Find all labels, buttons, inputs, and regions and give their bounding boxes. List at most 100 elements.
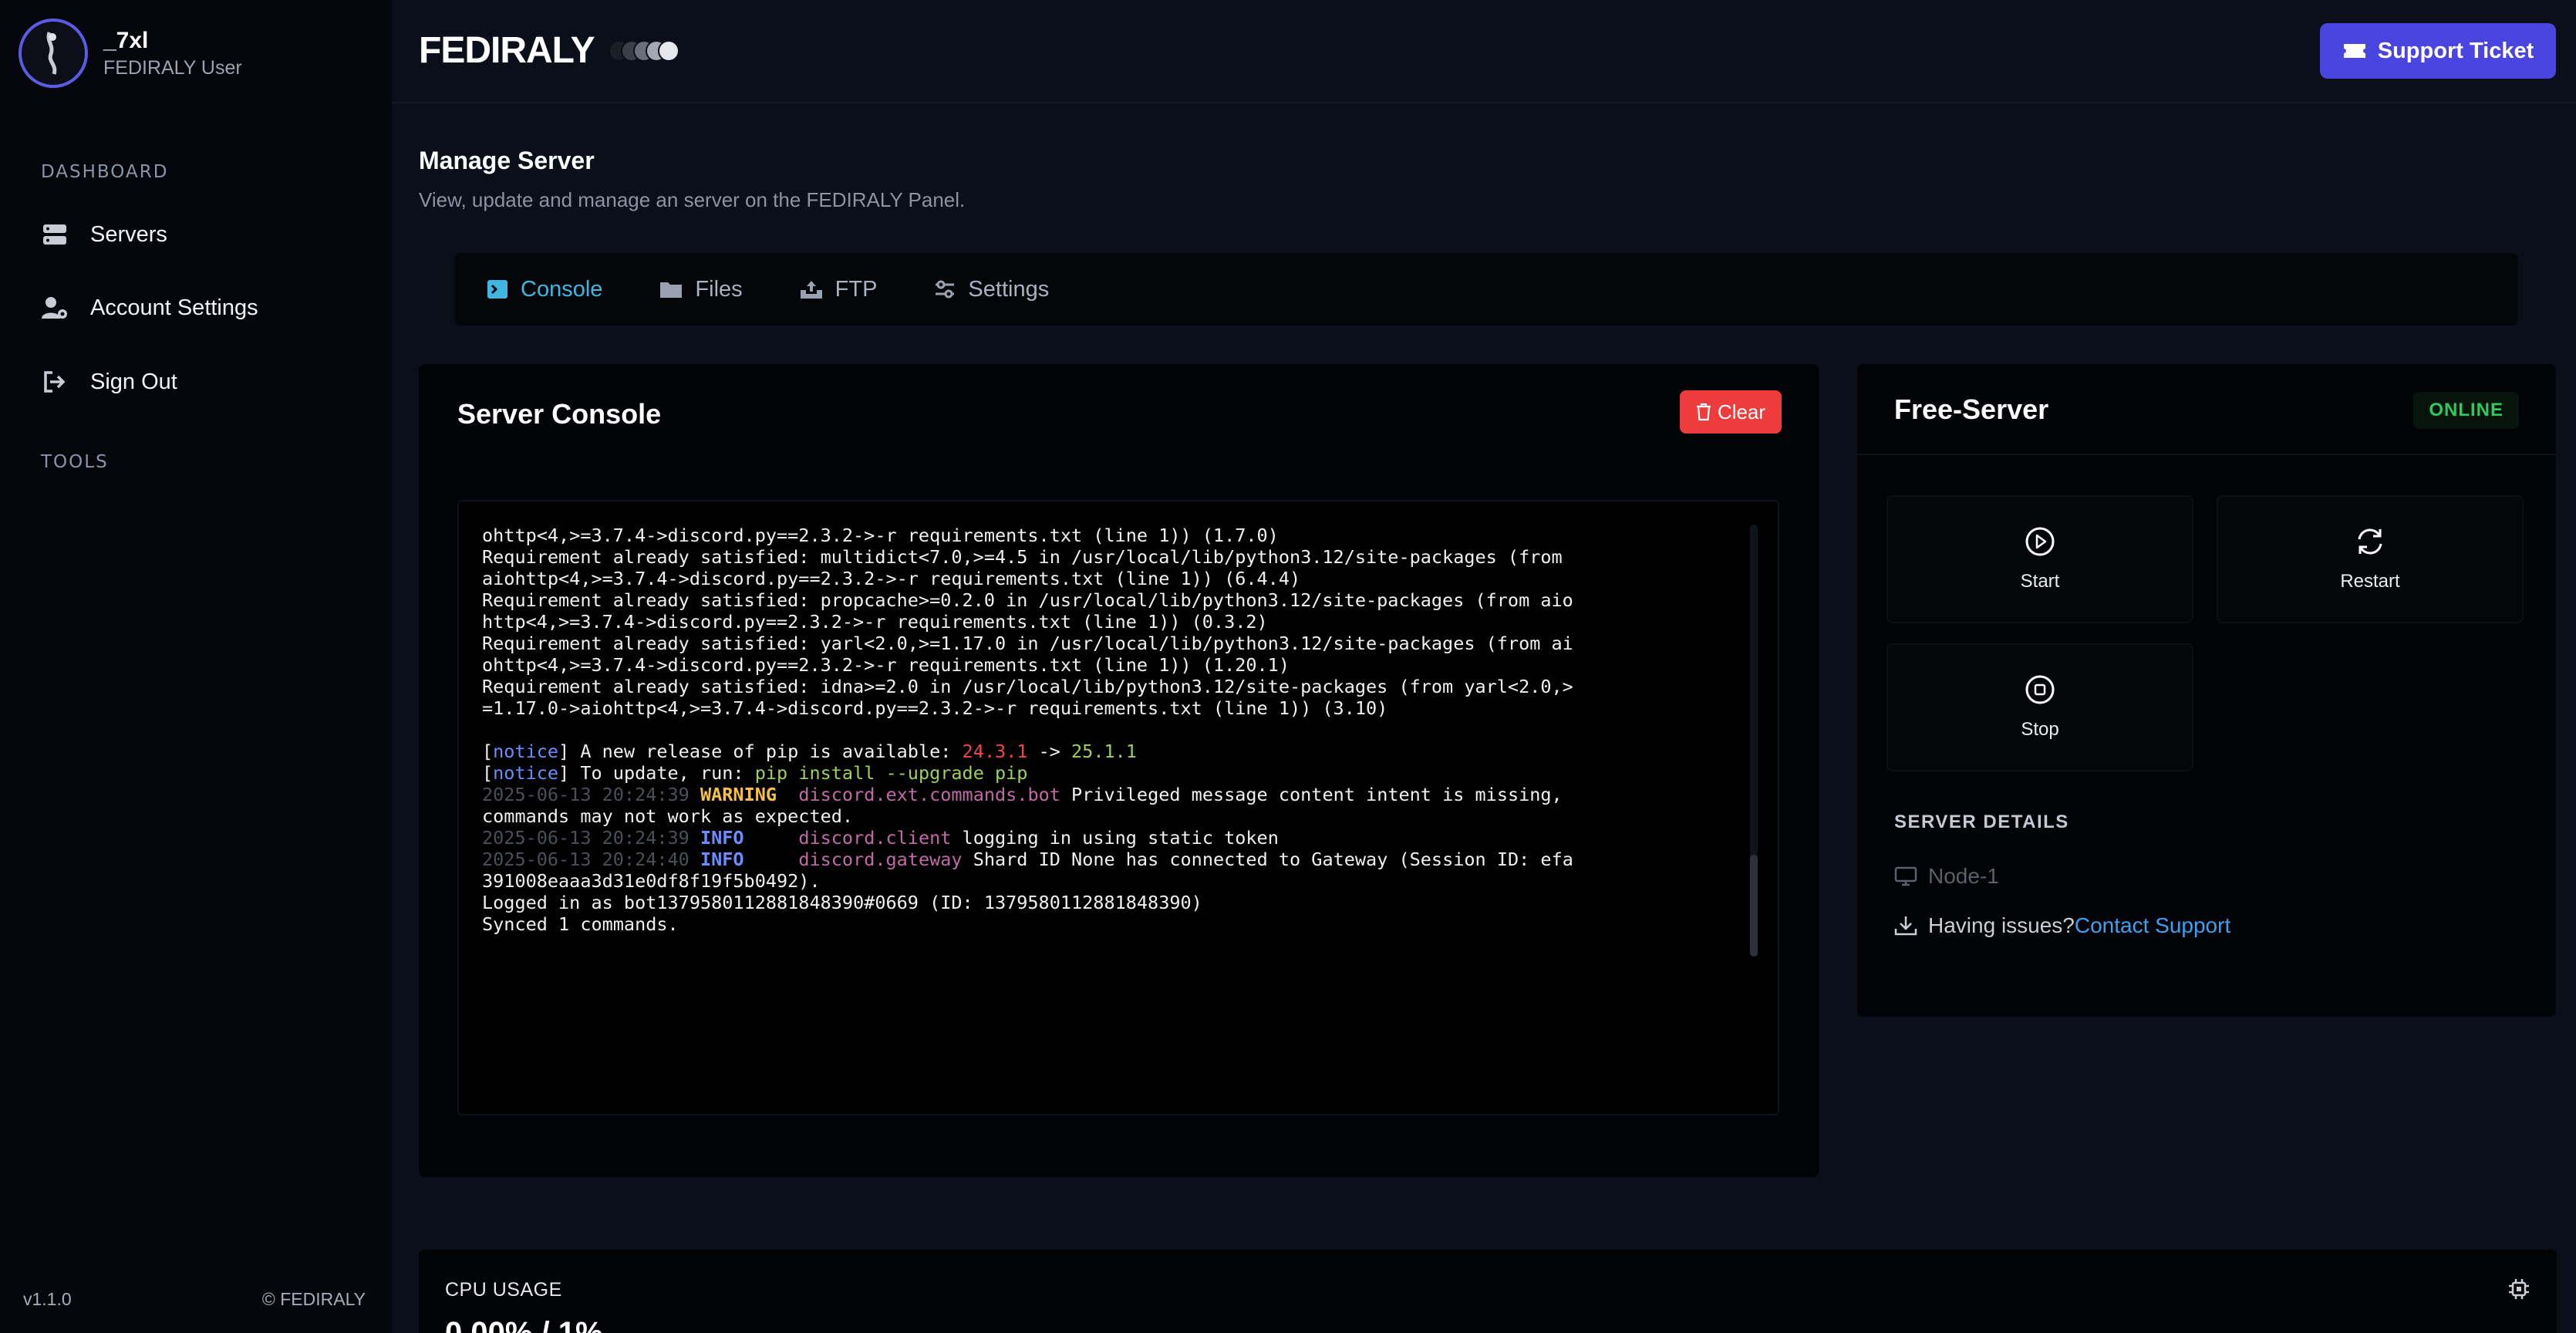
- notice-arrow: ->: [1027, 741, 1072, 762]
- restart-icon: [2354, 526, 2386, 557]
- start-label: Start: [2020, 571, 2060, 592]
- log-timestamp: 2025-06-13 20:24:39: [482, 784, 690, 805]
- tab-ftp[interactable]: FTP: [800, 276, 878, 302]
- ticket-icon: [2342, 42, 2367, 60]
- tab-files[interactable]: Files: [659, 276, 743, 302]
- console-line: Requirement already satisfied: yarl<2.0,…: [482, 633, 1573, 654]
- notice-text: A new release of pip is available:: [569, 741, 963, 762]
- tools-section-label: TOOLS: [41, 452, 109, 472]
- console-line: ohttp<4,>=3.7.4->discord.py==2.3.2->-r r…: [482, 654, 1290, 676]
- sliders-icon: [934, 279, 956, 299]
- brand-name: FEDIRALY: [419, 30, 595, 71]
- support-ticket-button[interactable]: Support Ticket: [2320, 23, 2556, 79]
- server-tabs: Console Files FTP Settings: [454, 253, 2518, 326]
- console-line: 2025-06-13 20:24:39 INFO discord.client …: [482, 827, 1731, 849]
- sidebar-item-sign-out[interactable]: Sign Out: [41, 365, 177, 399]
- avatar: [19, 19, 88, 88]
- page-subtitle: View, update and manage an server on the…: [419, 188, 966, 211]
- sidebar-item-account-settings[interactable]: Account Settings: [41, 291, 258, 325]
- page-title: Manage Server: [419, 147, 595, 174]
- stop-button[interactable]: Stop: [1886, 643, 2193, 771]
- console-scrollbar[interactable]: [1750, 525, 1758, 957]
- console-line: ohttp<4,>=3.7.4->discord.py==2.3.2->-r r…: [482, 525, 1279, 546]
- log-message: Privileged message content intent is mis…: [1060, 784, 1563, 805]
- notice-text: To update, run:: [569, 762, 755, 784]
- cpu-usage-title: CPU USAGE: [445, 1279, 562, 1301]
- log-source: discord.ext.commands.bot: [798, 784, 1060, 805]
- console-line: Requirement already satisfied: multidict…: [482, 546, 1563, 568]
- user-profile[interactable]: _7xl FEDIRALY User: [19, 19, 242, 88]
- download-icon: [1894, 915, 1917, 936]
- console-line: Requirement already satisfied: idna>=2.0…: [482, 676, 1573, 697]
- support-ticket-label: Support Ticket: [2377, 38, 2534, 63]
- brand[interactable]: FEDIRALY: [419, 29, 679, 72]
- console-output[interactable]: ohttp<4,>=3.7.4->discord.py==2.3.2->-r r…: [457, 500, 1779, 1115]
- monitor-icon: [1894, 866, 1917, 886]
- log-source: discord.gateway: [798, 849, 963, 870]
- upload-tray-icon: [800, 279, 823, 299]
- copyright-label: © FEDIRALY: [261, 1289, 366, 1309]
- version-label: v1.1.0: [23, 1289, 72, 1309]
- brand-logo-icon: [608, 39, 679, 62]
- pip-new-version: 25.1.1: [1071, 741, 1137, 762]
- notice-tag: notice: [493, 741, 559, 762]
- sidebar: _7xl FEDIRALY User DASHBOARD Servers Acc…: [0, 0, 392, 1333]
- sidebar-item-label: Servers: [90, 221, 167, 247]
- server-status-panel: Free-Server ONLINE Start Restart Stop SE…: [1857, 364, 2556, 1017]
- clear-button[interactable]: Clear: [1680, 390, 1782, 434]
- console-line: Synced 1 commands.: [482, 913, 679, 935]
- trash-icon: [1696, 403, 1711, 421]
- console-line: Requirement already satisfied: propcache…: [482, 589, 1573, 611]
- clear-label: Clear: [1717, 400, 1766, 424]
- log-level: WARNING: [700, 784, 777, 805]
- cpu-usage-value: 0.00% / 1%: [445, 1316, 603, 1333]
- log-level: INFO: [700, 849, 744, 870]
- terminal-icon: [487, 279, 508, 299]
- console-line: http<4,>=3.7.4->discord.py==2.3.2->-r re…: [482, 611, 1268, 633]
- restart-button[interactable]: Restart: [2217, 495, 2524, 623]
- contact-support-link[interactable]: Contact Support: [2075, 913, 2230, 938]
- sidebar-item-label: Account Settings: [90, 295, 258, 320]
- console-line: [notice] A new release of pip is availab…: [482, 741, 1137, 762]
- console-log: ohttp<4,>=3.7.4->discord.py==2.3.2->-r r…: [482, 525, 1731, 935]
- log-source: discord.client: [798, 827, 952, 849]
- pip-old-version: 24.3.1: [962, 741, 1028, 762]
- console-line: aiohttp<4,>=3.7.4->discord.py==2.3.2->-r…: [482, 568, 1301, 589]
- top-bar: FEDIRALY Support Ticket: [392, 0, 2576, 103]
- log-message: logging in using static token: [951, 827, 1279, 849]
- sign-out-icon: [41, 368, 69, 396]
- user-gear-icon: [41, 294, 69, 322]
- tab-label: Settings: [968, 276, 1050, 302]
- tab-console[interactable]: Console: [487, 277, 602, 302]
- server-header: Free-Server ONLINE: [1857, 364, 2556, 455]
- server-icon: [41, 221, 69, 248]
- dashboard-section-label: DASHBOARD: [41, 162, 169, 182]
- node-row: Node-1: [1894, 864, 1999, 889]
- notice-tag: notice: [493, 762, 559, 784]
- start-button[interactable]: Start: [1886, 495, 2193, 623]
- tab-settings[interactable]: Settings: [934, 277, 1049, 302]
- pip-upgrade-command: pip install --upgrade pip: [754, 762, 1028, 784]
- folder-icon: [659, 279, 683, 299]
- status-badge: ONLINE: [2413, 392, 2519, 429]
- log-message: Shard ID None has connected to Gateway (…: [962, 849, 1573, 870]
- sidebar-footer: v1.1.0 © FEDIRALY: [23, 1289, 366, 1310]
- console-line: commands may not work as expected.: [482, 805, 854, 827]
- console-line: [notice] To update, run: pip install --u…: [482, 762, 1028, 784]
- support-row: Having issues? Contact Support: [1894, 913, 2230, 938]
- log-level: INFO: [700, 827, 744, 849]
- server-name: Free-Server: [1894, 393, 2049, 425]
- log-timestamp: 2025-06-13 20:24:39: [482, 827, 690, 849]
- console-scrollbar-thumb[interactable]: [1750, 855, 1758, 957]
- restart-label: Restart: [2340, 571, 2400, 592]
- cpu-chip-icon: [2507, 1277, 2530, 1301]
- console-line: =1.17.0->aiohttp<4,>=3.7.4->discord.py==…: [482, 697, 1388, 719]
- sidebar-item-servers[interactable]: Servers: [41, 218, 167, 251]
- tab-label: FTP: [835, 276, 878, 302]
- issues-text: Having issues?: [1928, 913, 2075, 937]
- console-title: Server Console: [457, 398, 662, 430]
- tab-label: Files: [695, 276, 743, 302]
- stop-circle-icon: [2025, 674, 2055, 705]
- play-circle-icon: [2025, 526, 2055, 557]
